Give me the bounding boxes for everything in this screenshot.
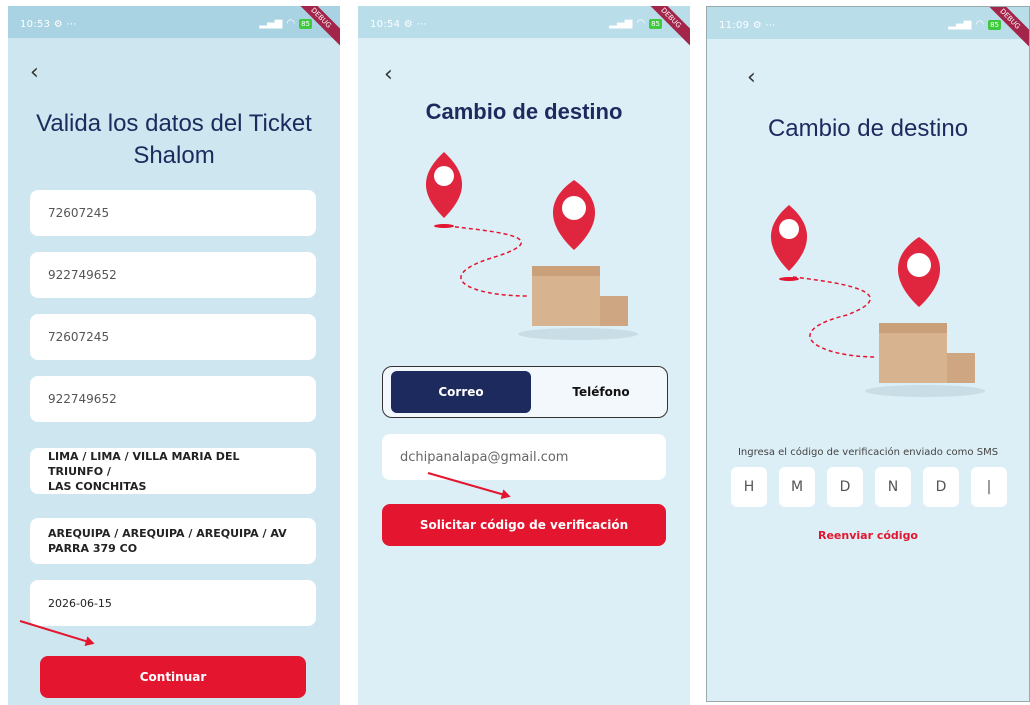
battery-icon: 85 — [299, 18, 312, 29]
signal-icon: ▂▄▆ — [609, 18, 633, 29]
resend-code-link[interactable]: Reenviar código — [707, 529, 1029, 542]
phone-field[interactable]: 922749652 — [30, 252, 316, 298]
date-field[interactable]: 2026-06-15 — [30, 580, 316, 626]
code-digit-4[interactable]: N — [875, 467, 911, 507]
location-package-illustration — [770, 205, 985, 397]
wifi-icon: ◠ — [286, 18, 296, 29]
screen-verification-code: 11:09 ⚙ ⋯ ▂▄▆ ◠ 85 DEBUG ‹ Cambio de des… — [706, 6, 1030, 702]
continue-button[interactable]: Continuar — [40, 656, 306, 698]
destination-field[interactable]: AREQUIPA / AREQUIPA / AREQUIPA / AV PARR… — [30, 518, 316, 564]
tab-correo[interactable]: Correo — [391, 371, 531, 413]
tab-telefono[interactable]: Teléfono — [531, 371, 671, 413]
wifi-icon: ◠ — [975, 19, 985, 30]
verification-hint: Ingresa el código de verificación enviad… — [737, 447, 999, 458]
code-digit-6[interactable]: | — [971, 467, 1007, 507]
code-digit-2[interactable]: M — [779, 467, 815, 507]
email-field[interactable]: dchipanalapa@gmail.com — [382, 434, 666, 480]
status-bar: 11:09 ⚙ ⋯ ▂▄▆ ◠ 85 DEBUG — [707, 7, 1029, 48]
code-digit-5[interactable]: D — [923, 467, 959, 507]
wifi-icon: ◠ — [636, 18, 646, 29]
back-chevron-icon[interactable]: ‹ — [747, 67, 756, 89]
signal-icon: ▂▄▆ — [259, 18, 283, 29]
page-title: Cambio de destino — [767, 115, 969, 142]
back-chevron-icon[interactable]: ‹ — [384, 64, 393, 86]
status-time: 10:53 ⚙ ⋯ — [20, 19, 77, 30]
battery-icon: 85 — [649, 18, 662, 29]
page-title: Valida los datos del Ticket Shalom — [36, 110, 312, 169]
phone-confirm-field[interactable]: 922749652 — [30, 376, 316, 422]
document-field[interactable]: 72607245 — [30, 190, 316, 236]
status-bar: 10:54 ⚙ ⋯ ▂▄▆ ◠ 85 DEBUG — [358, 6, 690, 47]
code-digit-3[interactable]: D — [827, 467, 863, 507]
origin-field[interactable]: LIMA / LIMA / VILLA MARIA DEL TRIUNFO / … — [30, 448, 316, 494]
document-confirm-field[interactable]: 72607245 — [30, 314, 316, 360]
contact-method-toggle: Correo Teléfono — [382, 366, 668, 418]
back-chevron-icon[interactable]: ‹ — [30, 62, 39, 84]
signal-icon: ▂▄▆ — [948, 19, 972, 30]
status-bar: 10:53 ⚙ ⋯ ▂▄▆ ◠ 85 DEBUG — [8, 6, 340, 47]
code-digit-1[interactable]: H — [731, 467, 767, 507]
location-package-illustration — [425, 152, 638, 340]
battery-icon: 85 — [988, 19, 1001, 30]
screen-change-destination: 10:54 ⚙ ⋯ ▂▄▆ ◠ 85 DEBUG ‹ Cambio de des… — [358, 6, 690, 705]
status-time: 11:09 ⚙ ⋯ — [719, 20, 776, 31]
page-title: Cambio de destino — [425, 99, 623, 124]
request-code-button[interactable]: Solicitar código de verificación — [382, 504, 666, 546]
screen-validate-ticket: 10:53 ⚙ ⋯ ▂▄▆ ◠ 85 DEBUG ‹ Valida los da… — [8, 6, 340, 705]
status-time: 10:54 ⚙ ⋯ — [370, 19, 427, 30]
